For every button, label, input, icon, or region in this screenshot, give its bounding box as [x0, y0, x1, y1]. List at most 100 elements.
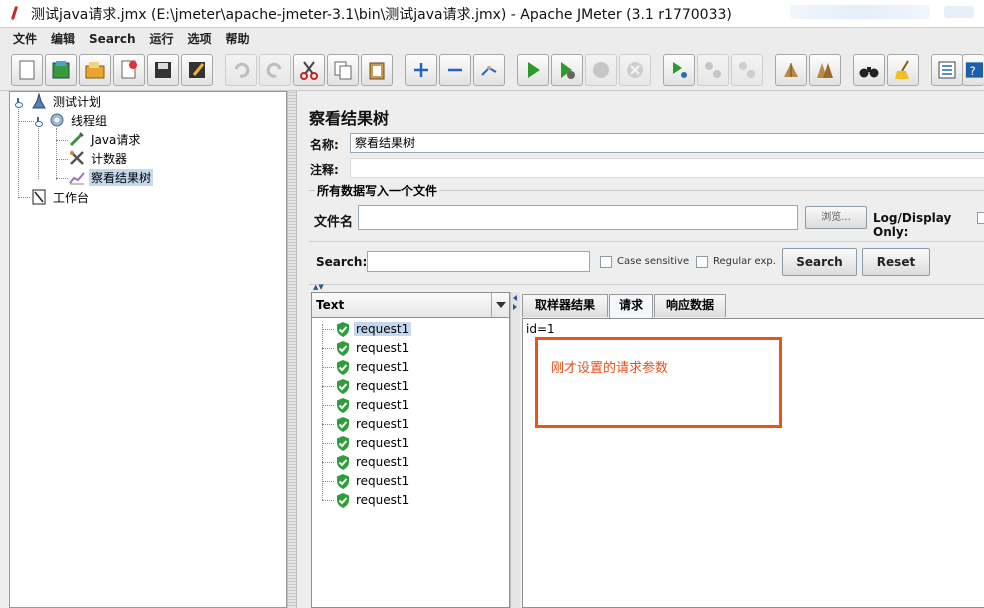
sample-result-row[interactable]: request1	[312, 358, 509, 377]
results-list-panel: Text request1 request1 request1 request1 req…	[311, 292, 510, 608]
tree-connector	[322, 367, 334, 368]
search-button[interactable]	[853, 54, 885, 86]
sample-label: request1	[354, 322, 412, 336]
clear-all-button[interactable]	[809, 54, 841, 86]
browse-button[interactable]: 浏览...	[805, 206, 867, 229]
sample-result-row[interactable]: request1	[312, 396, 509, 415]
collapse-arrows-icon[interactable]: ▲▼	[313, 283, 324, 291]
start-no-pauses-button[interactable]	[551, 54, 583, 86]
sample-result-row[interactable]: request1	[312, 434, 509, 453]
errors-checkbox[interactable]	[977, 212, 984, 224]
menu-options[interactable]: 选项	[181, 28, 219, 50]
menu-search[interactable]: Search	[82, 28, 142, 50]
toggle-icon	[481, 66, 497, 76]
renderer-dropdown[interactable]: Text	[312, 293, 509, 318]
sample-result-row[interactable]: request1	[312, 472, 509, 491]
paste-icon	[369, 62, 385, 80]
success-shield-icon	[336, 474, 350, 489]
sample-result-row[interactable]: request1	[312, 377, 509, 396]
request-detail-area[interactable]: id=1 刚才设置的请求参数	[522, 318, 984, 608]
save-as-button[interactable]	[181, 54, 213, 86]
templates-button[interactable]	[45, 54, 77, 86]
collapse-all-button[interactable]	[439, 54, 471, 86]
tree-node-view-results-tree[interactable]: 察看结果树	[68, 168, 154, 186]
filename-input[interactable]	[358, 205, 798, 230]
comment-field[interactable]	[350, 158, 984, 178]
tree-node-label: 工作台	[53, 190, 90, 205]
menu-bar: 文件 编辑 Search 运行 选项 帮助	[0, 27, 984, 49]
tree-node-test-plan[interactable]: 测试计划	[30, 92, 103, 110]
start-button[interactable]	[517, 54, 549, 86]
tree-node-label: Java请求	[91, 132, 141, 147]
undo-button[interactable]	[225, 54, 257, 86]
tab-sampler-result[interactable]: 取样器结果	[522, 294, 608, 317]
toggle-button[interactable]	[473, 54, 505, 86]
start-no-pause-icon	[561, 62, 575, 79]
remote-stop-button[interactable]	[697, 54, 729, 86]
tab-response-data[interactable]: 响应数据	[654, 294, 726, 317]
tree-node-workbench[interactable]: 工作台	[30, 188, 91, 206]
paste-button[interactable]	[361, 54, 393, 86]
save-as-icon	[189, 62, 205, 78]
remote-shutdown-button[interactable]	[731, 54, 763, 86]
sample-label: request1	[356, 493, 410, 507]
new-button[interactable]	[11, 54, 43, 86]
reset-search-button[interactable]	[887, 54, 919, 86]
sample-result-row[interactable]: request1	[312, 339, 509, 358]
tree-node-thread-group[interactable]: 线程组	[48, 111, 109, 129]
sample-label: request1	[356, 360, 410, 374]
shutdown-button[interactable]	[619, 54, 651, 86]
name-field[interactable]: 察看结果树	[350, 133, 984, 153]
test-plan-tree[interactable]: 测试计划 线程组 Java请求 计数器 察看结果树 工作台	[9, 91, 287, 608]
save-button[interactable]	[147, 54, 179, 86]
function-helper-button[interactable]	[931, 54, 963, 86]
title-bar: 测试java请求.jmx (E:\jmeter\apache-jmeter-3.…	[0, 0, 984, 27]
sample-label: request1	[356, 341, 410, 355]
cut-button[interactable]	[293, 54, 325, 86]
help-button[interactable]: ?	[962, 54, 984, 86]
sample-result-row[interactable]: request1	[312, 415, 509, 434]
tree-connector	[18, 102, 19, 198]
menu-file[interactable]: 文件	[6, 28, 44, 50]
menu-help[interactable]: 帮助	[219, 28, 257, 50]
close-icon	[121, 60, 137, 79]
sample-result-row[interactable]: request1	[312, 453, 509, 472]
open-button[interactable]	[79, 54, 111, 86]
success-shield-icon	[336, 379, 350, 394]
thread-group-icon	[48, 111, 66, 129]
results-splitter[interactable]	[510, 292, 520, 608]
blurred-overlay-small	[944, 6, 974, 18]
search-button[interactable]: Search	[782, 248, 857, 276]
tree-connector	[322, 500, 334, 501]
expand-handle-test-plan[interactable]	[14, 98, 23, 108]
stop-button[interactable]	[585, 54, 617, 86]
chevron-down-icon[interactable]	[491, 293, 509, 317]
expand-all-button[interactable]	[405, 54, 437, 86]
pane-splitter[interactable]	[287, 91, 297, 608]
renderer-value: Text	[316, 298, 345, 312]
name-label: 名称:	[310, 138, 339, 152]
sample-result-row[interactable]: request1	[312, 320, 509, 339]
undo-icon	[234, 62, 250, 78]
sample-label: request1	[356, 398, 410, 412]
clear-button[interactable]	[775, 54, 807, 86]
redo-button[interactable]	[259, 54, 291, 86]
search-input[interactable]	[367, 251, 590, 272]
success-shield-icon	[336, 436, 350, 451]
reset-button[interactable]: Reset	[862, 248, 930, 276]
menu-edit[interactable]: 编辑	[44, 28, 82, 50]
expand-handle-thread-group[interactable]	[34, 117, 43, 127]
tab-request[interactable]: 请求	[609, 294, 653, 318]
sample-result-row[interactable]: request1	[312, 491, 509, 510]
tree-node-java-request[interactable]: Java请求	[68, 130, 142, 148]
regex-checkbox[interactable]	[696, 256, 708, 268]
case-sensitive-checkbox[interactable]	[600, 256, 612, 268]
workbench-icon	[30, 188, 48, 206]
search-label: Search:	[316, 255, 368, 269]
copy-button[interactable]	[327, 54, 359, 86]
close-button[interactable]	[113, 54, 145, 86]
tree-node-counter[interactable]: 计数器	[68, 149, 129, 167]
menu-run[interactable]: 运行	[142, 28, 180, 50]
remote-start-button[interactable]	[663, 54, 695, 86]
binoculars-icon	[859, 67, 879, 78]
